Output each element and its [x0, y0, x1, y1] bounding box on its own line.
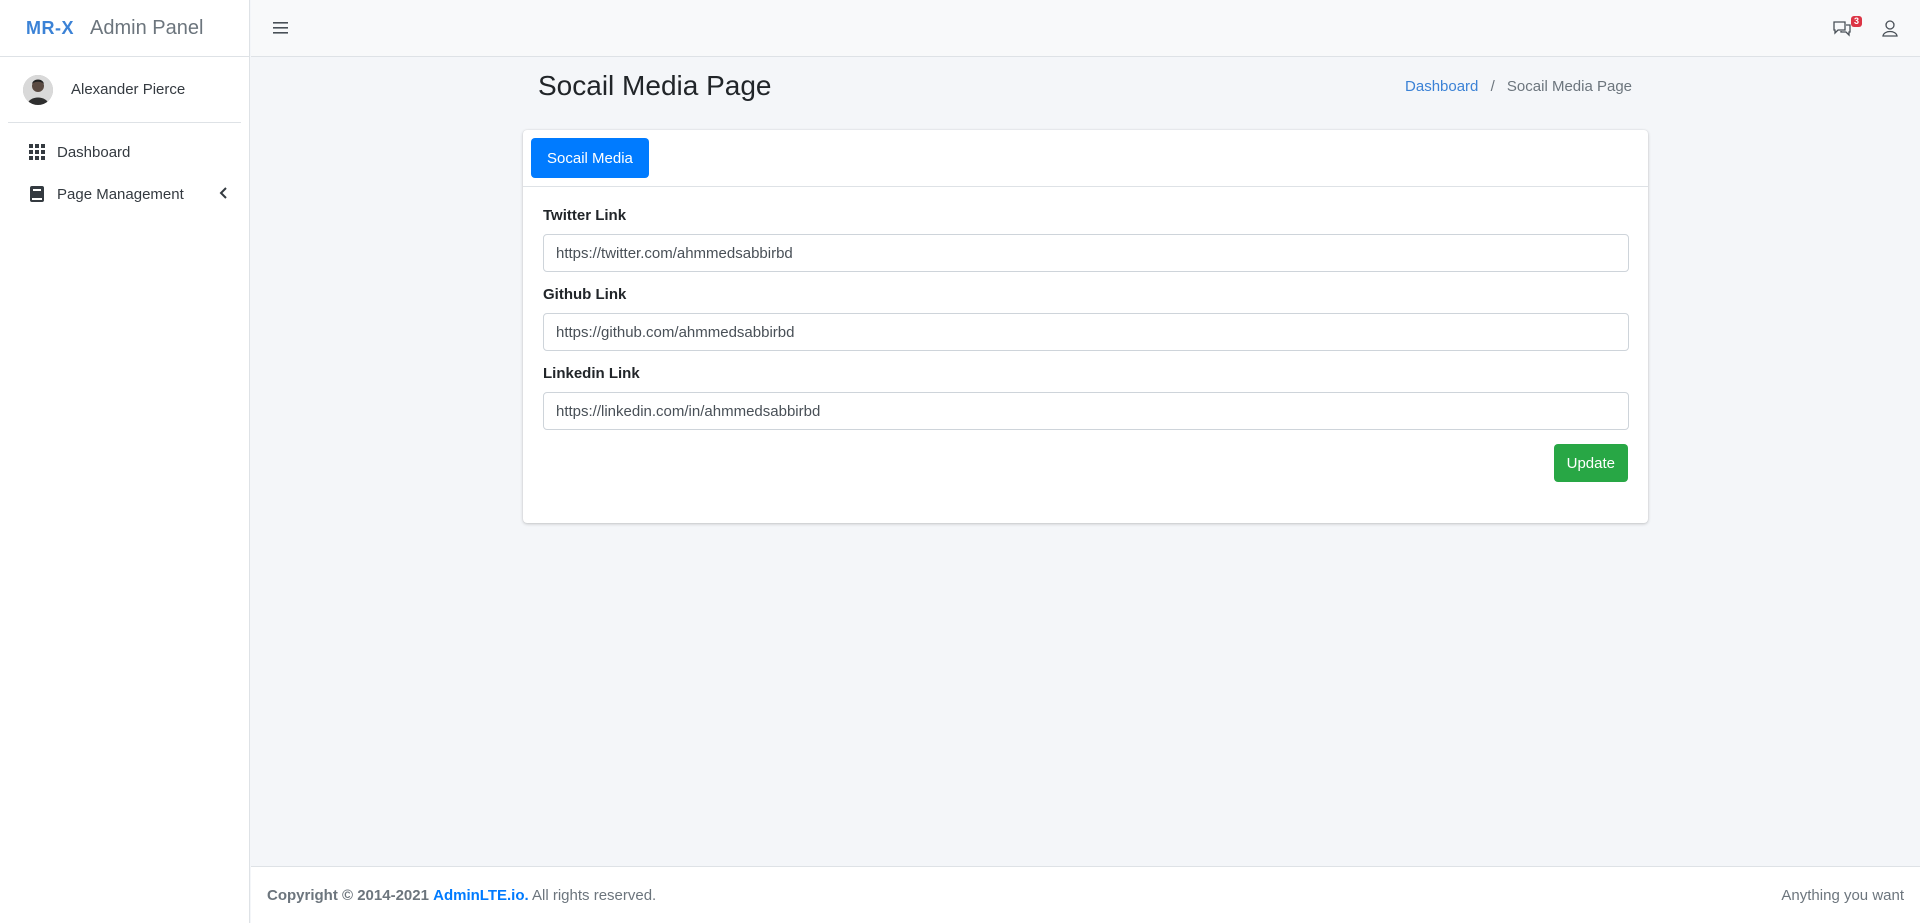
user-icon — [1880, 20, 1900, 42]
messages-button[interactable]: 3 — [1832, 16, 1862, 38]
menu-toggle-icon[interactable] — [273, 20, 288, 35]
comments-icon — [1832, 21, 1852, 42]
topbar-actions: 3 — [1832, 16, 1900, 38]
brand-logo: MR-X — [26, 17, 74, 38]
sidebar: MR-X Admin Panel Alexander Pierce Dashbo… — [0, 0, 250, 923]
footer: Copyright © 2014-2021 AdminLTE.io. All r… — [251, 866, 1920, 923]
book-icon — [28, 185, 46, 203]
avatar — [23, 74, 53, 105]
linkedin-label: Linkedin Link — [543, 365, 640, 382]
breadcrumb-separator: / — [1490, 77, 1495, 95]
form-actions: Update — [543, 444, 1628, 482]
sidebar-item-label: Page Management — [57, 185, 184, 203]
twitter-group: Twitter Link — [543, 207, 1629, 272]
tab-social-media[interactable]: Socail Media — [531, 138, 649, 178]
rights-text: All rights reserved. — [532, 886, 657, 904]
user-panel[interactable]: Alexander Pierce — [8, 57, 241, 123]
sidebar-item-label: Dashboard — [57, 143, 131, 161]
github-label: Github Link — [543, 286, 627, 303]
copyright-text: Copyright © 2014-2021 — [267, 886, 429, 904]
messages-badge: 3 — [1850, 16, 1862, 27]
page-title: Socail Media Page — [538, 70, 772, 101]
breadcrumb-home-link[interactable]: Dashboard — [1405, 78, 1478, 95]
github-link-input[interactable] — [543, 313, 1629, 351]
footer-copyright: Copyright © 2014-2021 AdminLTE.io. All r… — [267, 887, 656, 904]
linkedin-group: Linkedin Link — [543, 365, 1629, 430]
breadcrumb-current: Socail Media Page — [1506, 77, 1632, 95]
twitter-link-input[interactable] — [543, 234, 1629, 272]
topbar: 3 — [251, 0, 1920, 57]
brand-link[interactable]: MR-X Admin Panel — [0, 0, 249, 57]
breadcrumb: Dashboard / Socail Media Page — [1405, 78, 1632, 95]
update-button[interactable]: Update — [1553, 444, 1628, 482]
card-header: Socail Media — [523, 130, 1648, 187]
social-media-card: Socail Media Twitter Link Github Link Li… — [523, 130, 1648, 523]
sidebar-nav: Dashboard Page Management — [0, 131, 249, 215]
linkedin-link-input[interactable] — [543, 392, 1629, 430]
twitter-label: Twitter Link — [543, 207, 627, 224]
grid-icon — [28, 143, 46, 161]
footer-right-text: Anything you want — [1781, 886, 1904, 904]
github-group: Github Link — [543, 286, 1629, 351]
card-body: Twitter Link Github Link Linkedin Link U… — [523, 187, 1648, 502]
chevron-left-icon[interactable] — [219, 186, 229, 203]
content-header: Socail Media Page Dashboard / Socail Med… — [538, 70, 1632, 102]
brand-title: Admin Panel — [90, 16, 204, 39]
user-menu-button[interactable] — [1880, 18, 1900, 38]
sidebar-item-page-management[interactable]: Page Management — [0, 173, 249, 215]
user-name: Alexander Pierce — [71, 81, 186, 98]
footer-brand-link[interactable]: AdminLTE.io. — [433, 887, 529, 904]
sidebar-item-dashboard[interactable]: Dashboard — [0, 131, 249, 173]
